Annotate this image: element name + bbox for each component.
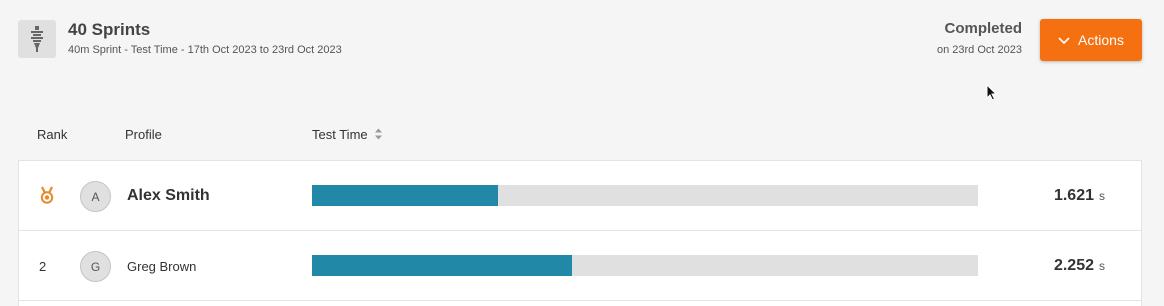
test-time-unit: s	[1099, 259, 1105, 273]
mouse-cursor-icon	[986, 83, 998, 106]
test-time-unit: s	[1099, 189, 1105, 203]
table-row[interactable]: A Alex Smith 1.621 s	[19, 161, 1141, 231]
chevron-down-icon	[1058, 32, 1070, 48]
column-header-test-time[interactable]: Test Time	[312, 127, 383, 144]
test-time-bar	[312, 255, 978, 276]
sort-icon[interactable]	[374, 127, 383, 144]
profile-name[interactable]: Alex Smith	[127, 161, 210, 231]
test-time-bar	[312, 185, 978, 206]
column-header-profile: Profile	[125, 127, 162, 142]
leaderboard-table: A Alex Smith 1.621 s 2 G Greg Brown 2.25…	[18, 160, 1142, 306]
status-label: Completed	[944, 20, 1022, 37]
rank-cell	[39, 161, 55, 231]
status-date: on 23rd Oct 2023	[936, 44, 1022, 56]
test-time-bar-fill	[312, 255, 572, 276]
avatar: A	[80, 181, 111, 212]
table-row[interactable]: 2 G Greg Brown 2.252 s	[19, 231, 1141, 301]
test-time-number: 1.621	[1053, 187, 1094, 204]
avatar: G	[80, 251, 111, 282]
column-header-test-time-label: Test Time	[312, 127, 368, 142]
medal-icon	[39, 186, 55, 207]
test-time-value: 2.252 s	[999, 231, 1105, 301]
actions-button[interactable]: Actions	[1040, 19, 1142, 61]
test-time-value: 1.621 s	[999, 161, 1105, 231]
rank-cell: 2	[39, 258, 47, 274]
test-time-number: 2.252	[1053, 257, 1094, 274]
column-header-rank: Rank	[37, 127, 68, 142]
test-tube-icon	[18, 20, 56, 58]
test-time-bar-fill	[312, 185, 499, 206]
actions-button-label: Actions	[1078, 32, 1124, 48]
page-title: 40 Sprints	[68, 20, 151, 39]
profile-name[interactable]: Greg Brown	[127, 231, 196, 301]
page-subtitle: 40m Sprint - Test Time - 17th Oct 2023 t…	[68, 44, 342, 56]
